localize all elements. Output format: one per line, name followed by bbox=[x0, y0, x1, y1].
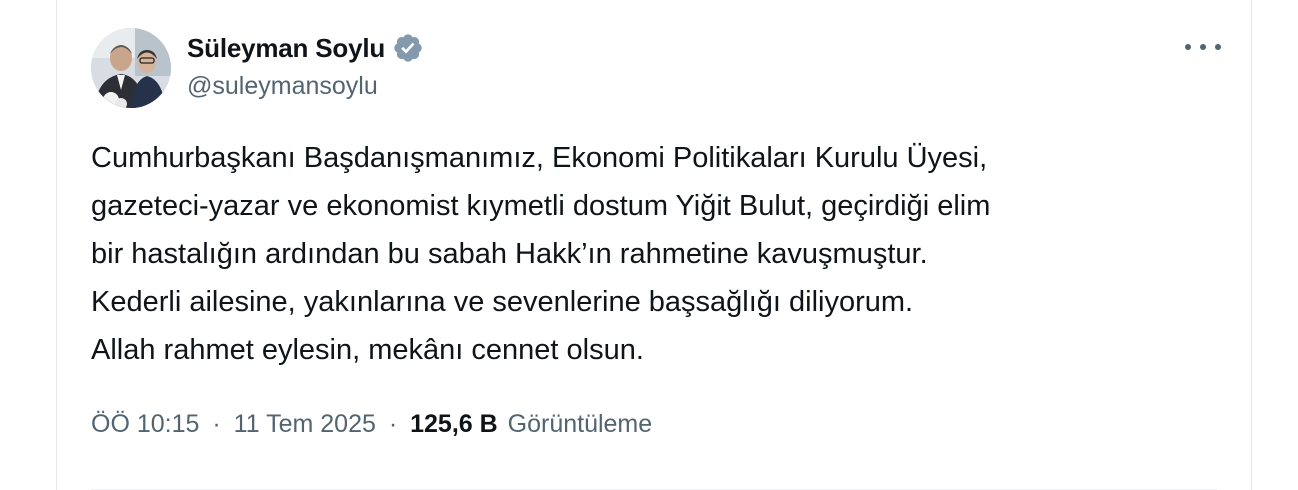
more-horizontal-icon-dot bbox=[1215, 44, 1221, 50]
tweet-text-line: Cumhurbaşkanı Başdanışmanımız, Ekonomi P… bbox=[91, 142, 988, 174]
tweet-text: Cumhurbaşkanı Başdanışmanımız, Ekonomi P… bbox=[91, 134, 1221, 374]
tweet-text-line: Kederli ailesine, yakınlarına ve sevenle… bbox=[91, 286, 914, 318]
tweet-date[interactable]: 11 Tem 2025 bbox=[234, 410, 376, 438]
tweet-page: Süleyman Soylu @suleymansoylu Cumhurbaşk… bbox=[0, 0, 1298, 490]
author-display-name[interactable]: Süleyman Soylu bbox=[187, 33, 385, 64]
meta-separator: · bbox=[212, 410, 221, 438]
tweet-time[interactable]: ÖÖ 10:15 bbox=[91, 410, 199, 438]
tweet-text-line: bir hastalığın ardından bu sabah Hakk’ın… bbox=[91, 238, 928, 270]
tweet-text-line: Allah rahmet eylesin, mekânı cennet olsu… bbox=[91, 334, 644, 366]
author-block: Süleyman Soylu @suleymansoylu bbox=[187, 30, 424, 101]
meta-separator: · bbox=[388, 410, 398, 438]
more-horizontal-icon-dot bbox=[1200, 44, 1206, 50]
views-label[interactable]: Görüntüleme bbox=[508, 410, 653, 438]
tweet-header: Süleyman Soylu @suleymansoylu bbox=[91, 28, 1221, 108]
verified-badge-icon[interactable] bbox=[392, 32, 424, 64]
more-options-button[interactable] bbox=[1185, 36, 1221, 58]
tweet-text-line: gazeteci-yazar ve ekonomist kıymetli dos… bbox=[91, 190, 991, 222]
more-horizontal-icon-dot bbox=[1185, 44, 1191, 50]
author-handle[interactable]: @suleymansoylu bbox=[187, 72, 424, 101]
tweet-card: Süleyman Soylu @suleymansoylu Cumhurbaşk… bbox=[56, 0, 1252, 490]
avatar-photo bbox=[91, 28, 171, 108]
tweet-meta: ÖÖ 10:15 · 11 Tem 2025 · 125,6 B Görüntü… bbox=[91, 410, 652, 439]
views-count[interactable]: 125,6 B bbox=[410, 410, 498, 438]
author-name-row: Süleyman Soylu bbox=[187, 30, 424, 66]
avatar[interactable] bbox=[91, 28, 171, 108]
